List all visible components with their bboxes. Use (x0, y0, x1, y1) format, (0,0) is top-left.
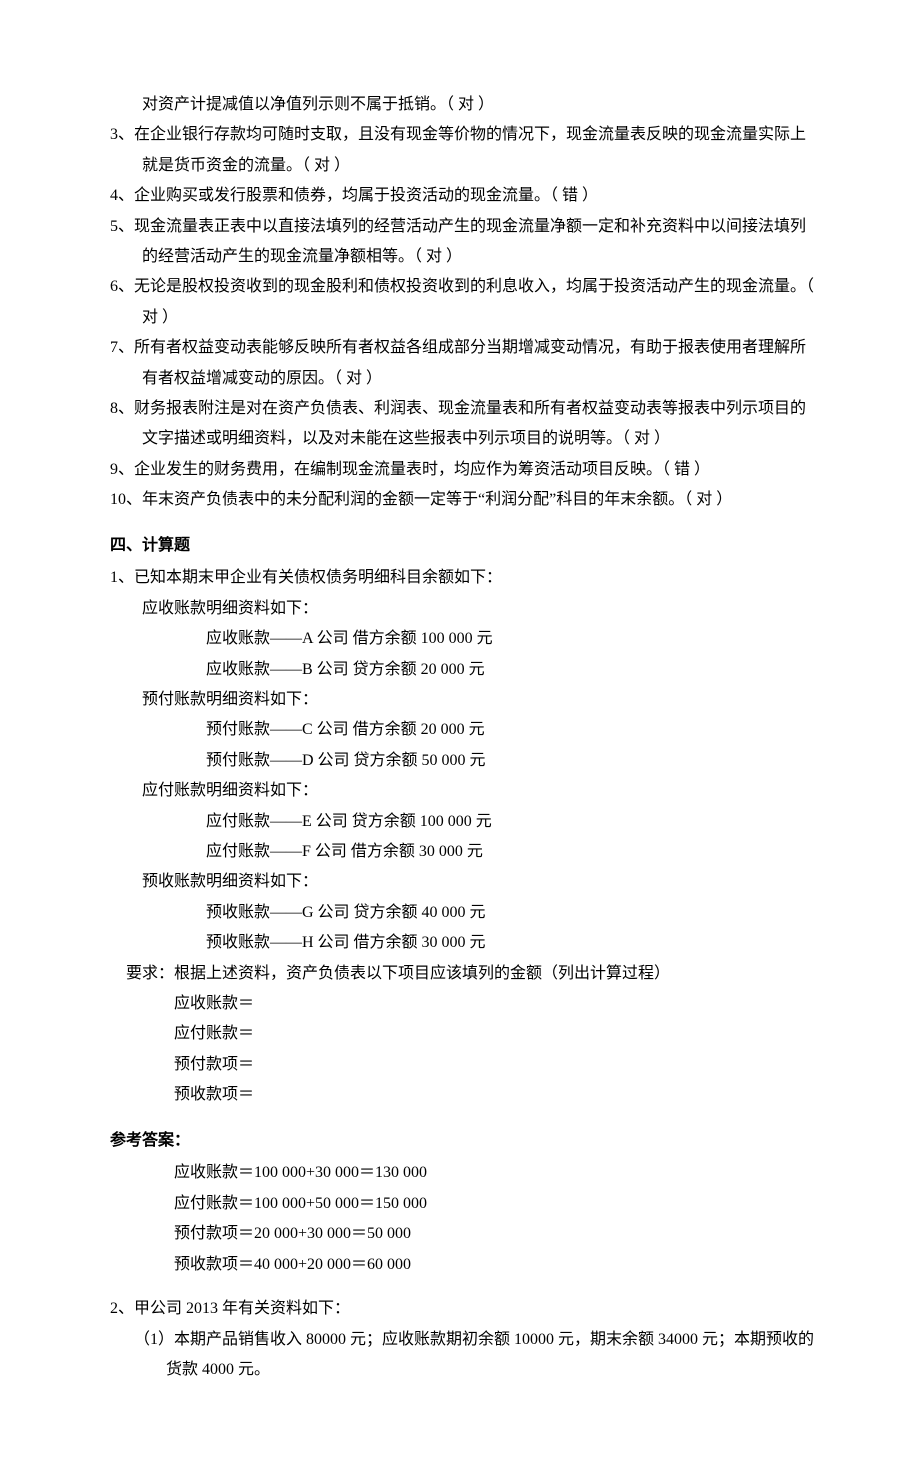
answer-ar: 应收账款＝100 000+30 000＝130 000 (110, 1158, 820, 1188)
answer-title: 参考答案： (110, 1126, 820, 1156)
p1-prepaid-d: 预付账款——D 公司 贷方余额 50 000 元 (110, 746, 820, 776)
p1-prepaid-c: 预付账款——C 公司 借方余额 20 000 元 (110, 715, 820, 745)
section-4-title: 四、计算题 (110, 531, 820, 561)
p1-ap-header: 应付账款明细资料如下： (110, 776, 820, 806)
question-7: 7、所有者权益变动表能够反映所有者权益各组成部分当期增减变动情况，有助于报表使用… (110, 333, 820, 394)
p1-ar-a: 应收账款——A 公司 借方余额 100 000 元 (110, 624, 820, 654)
p1-fill-ap: 应付账款＝ (110, 1019, 820, 1049)
document-page: 对资产计提减值以净值列示则不属于抵销。（ 对 ） 3、在企业银行存款均可随时支取… (0, 0, 920, 1476)
question-10: 10、年末资产负债表中的未分配利润的金额一定等于“利润分配”科目的年末余额。（ … (110, 485, 820, 515)
q2-continuation: 对资产计提减值以净值列示则不属于抵销。（ 对 ） (110, 90, 820, 120)
p1-ap-e: 应付账款——E 公司 贷方余额 100 000 元 (110, 807, 820, 837)
question-8: 8、财务报表附注是对在资产负债表、利润表、现金流量表和所有者权益变动表等报表中列… (110, 394, 820, 455)
p1-advance-h: 预收账款——H 公司 借方余额 30 000 元 (110, 928, 820, 958)
p1-fill-adv: 预收款项＝ (110, 1080, 820, 1110)
p1-ap-f: 应付账款——F 公司 借方余额 30 000 元 (110, 837, 820, 867)
p1-ar-header: 应收账款明细资料如下： (110, 594, 820, 624)
question-6: 6、无论是股权投资收到的现金股利和债权投资收到的利息收入，均属于投资活动产生的现… (110, 272, 820, 333)
problem-2-item-1: （1）本期产品销售收入 80000 元；应收账款期初余额 10000 元，期末余… (110, 1325, 820, 1386)
question-5: 5、现金流量表正表中以直接法填列的经营活动产生的现金流量净额一定和补充资料中以间… (110, 212, 820, 273)
p1-prepaid-header: 预付账款明细资料如下： (110, 685, 820, 715)
answer-pp: 预付款项＝20 000+30 000＝50 000 (110, 1219, 820, 1249)
p1-fill-ar: 应收账款＝ (110, 989, 820, 1019)
p1-fill-pp: 预付款项＝ (110, 1050, 820, 1080)
p1-advance-header: 预收账款明细资料如下： (110, 867, 820, 897)
p1-requirement: 要求：根据上述资料，资产负债表以下项目应该填列的金额（列出计算过程） (110, 959, 820, 989)
answer-ap: 应付账款＝100 000+50 000＝150 000 (110, 1189, 820, 1219)
question-3: 3、在企业银行存款均可随时支取，且没有现金等价物的情况下，现金流量表反映的现金流… (110, 120, 820, 181)
question-9: 9、企业发生的财务费用，在编制现金流量表时，均应作为筹资活动项目反映。（ 错 ） (110, 455, 820, 485)
problem-2-intro: 2、甲公司 2013 年有关资料如下： (110, 1294, 820, 1324)
answer-adv: 预收款项＝40 000+20 000＝60 000 (110, 1250, 820, 1280)
p1-ar-b: 应收账款——B 公司 贷方余额 20 000 元 (110, 655, 820, 685)
p1-advance-g: 预收账款——G 公司 贷方余额 40 000 元 (110, 898, 820, 928)
problem-1-intro: 1、已知本期末甲企业有关债权债务明细科目余额如下： (110, 563, 820, 593)
question-4: 4、企业购买或发行股票和债券，均属于投资活动的现金流量。（ 错 ） (110, 181, 820, 211)
